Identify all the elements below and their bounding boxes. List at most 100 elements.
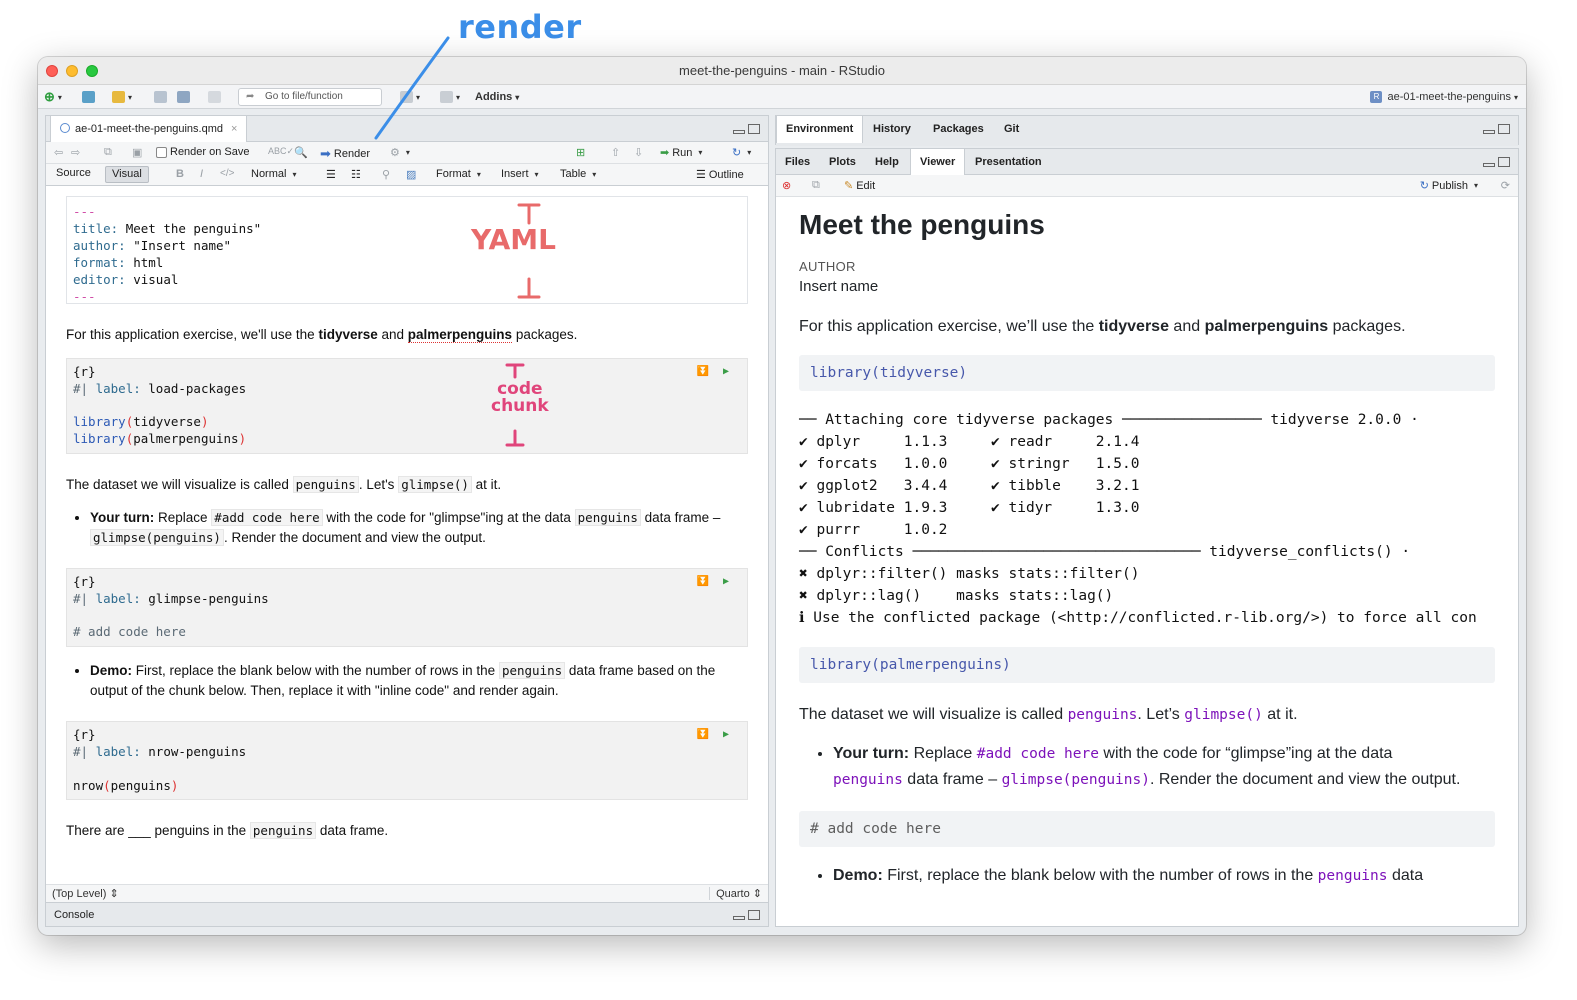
project-menu[interactable]: Rae-01-meet-the-penguins ▾: [1370, 89, 1518, 105]
yaml-header[interactable]: --- title: Meet the penguins" author: "I…: [66, 196, 748, 304]
tab-history[interactable]: History: [864, 116, 920, 142]
bold-button[interactable]: B: [176, 168, 184, 180]
tab-environment[interactable]: Environment: [776, 116, 864, 143]
code-chunk-nrow-penguins[interactable]: {r} #| label: nrow-penguins nrow(penguin…: [66, 721, 748, 801]
minimize-pane-icon[interactable]: [1483, 130, 1495, 134]
demo-item[interactable]: Demo: First, replace the blank below wit…: [90, 661, 748, 701]
close-tab-icon[interactable]: ×: [231, 123, 237, 135]
run-chunk-icon[interactable]: ▶: [723, 727, 729, 744]
table-menu[interactable]: Table ▾: [560, 168, 596, 180]
output-line: ✖ dplyr::filter() masks stats::filter(): [799, 566, 1140, 582]
next-chunk-icon[interactable]: ⇩: [634, 146, 643, 159]
maximize-pane-icon[interactable]: [748, 124, 760, 134]
tab-file-qmd[interactable]: ae-01-meet-the-penguins.qmd ×: [50, 116, 248, 143]
format-menu[interactable]: Format ▾: [436, 168, 481, 180]
rerun-icon[interactable]: ↻ ▾: [732, 146, 751, 159]
quarto-file-icon: [60, 123, 70, 133]
run-previous-chunks-icon[interactable]: ⏬: [697, 574, 709, 591]
maximize-pane-icon[interactable]: [1498, 157, 1510, 167]
code-chunk-glimpse-penguins[interactable]: {r} #| label: glimpse-penguins # add cod…: [66, 567, 748, 648]
insert-menu[interactable]: Insert ▾: [501, 168, 539, 180]
code-chunk-load-packages[interactable]: {r} #| label: load-packages library(tidy…: [66, 358, 748, 454]
your-turn-item[interactable]: Your turn: Replace #add code here with t…: [90, 508, 748, 548]
tab-viewer[interactable]: Viewer: [910, 149, 966, 176]
run-previous-chunks-icon[interactable]: ⏬: [697, 727, 709, 744]
tab-plots[interactable]: Plots: [820, 149, 865, 175]
new-project-icon[interactable]: [82, 89, 95, 105]
workspace-panes-icon[interactable]: ▾: [440, 89, 460, 105]
rendered-document[interactable]: Meet the penguins AUTHOR Insert name For…: [776, 197, 1518, 926]
document-type-select[interactable]: Quarto ⇕: [709, 887, 762, 900]
yaml-key: editor:: [73, 272, 126, 287]
addins-menu[interactable]: Addins ▾: [475, 89, 519, 105]
clear-viewer-icon[interactable]: ⊗: [782, 179, 791, 192]
render-on-save-checkbox[interactable]: Render on Save: [156, 146, 250, 158]
previous-chunk-icon[interactable]: ⇧: [611, 146, 620, 159]
version-control-icon[interactable]: ▾: [400, 89, 420, 105]
demo-item: Demo: First, replace the blank below wit…: [833, 863, 1495, 889]
save-file-icon[interactable]: ▣: [132, 146, 142, 159]
goto-file-input[interactable]: ➦ Go to file/function: [238, 88, 382, 106]
forward-arrow-icon[interactable]: ⇨: [71, 146, 80, 159]
chunk-header: {r}: [73, 364, 96, 379]
run-chunk-icon[interactable]: ▶: [723, 364, 729, 381]
run-previous-chunks-icon[interactable]: ⏬: [697, 364, 709, 381]
render-button[interactable]: ➡ Render: [320, 146, 370, 162]
code-format-button[interactable]: </>: [220, 168, 234, 179]
render-options-gear-icon[interactable]: ⚙ ▾: [390, 146, 410, 159]
penguins-count-paragraph[interactable]: There are ___ penguins in the penguins d…: [66, 822, 748, 840]
insert-chunk-icon[interactable]: ⊞: [576, 146, 585, 159]
publish-button[interactable]: ↻ Publish ▾: [1419, 179, 1478, 193]
source-pane: ae-01-meet-the-penguins.qmd × ⇦ ⇨ ⧉ ▣ Re…: [45, 115, 769, 927]
new-file-icon[interactable]: ⊕ ▾: [44, 89, 62, 105]
publish-icon: ↻: [1419, 180, 1429, 192]
source-mode-button[interactable]: Source: [50, 166, 97, 183]
chunk-header: {r}: [73, 573, 96, 589]
yaml-key: title:: [73, 221, 119, 236]
refresh-viewer-icon[interactable]: ⟳: [1501, 179, 1510, 192]
maximize-pane-icon[interactable]: [1498, 124, 1510, 134]
numbered-list-icon[interactable]: ☷: [351, 168, 361, 181]
link-icon[interactable]: ⚲: [382, 168, 390, 181]
bullet-list-icon[interactable]: ☰: [326, 168, 336, 181]
yaml-value: "Insert name": [133, 238, 232, 253]
tab-git[interactable]: Git: [995, 116, 1028, 142]
save-icon[interactable]: [154, 89, 167, 105]
intro-paragraph[interactable]: For this application exercise, we'll use…: [66, 326, 748, 344]
show-in-window-icon[interactable]: ⧉: [104, 146, 112, 159]
find-icon[interactable]: 🔍: [294, 146, 308, 159]
run-chunk-icon[interactable]: ▶: [723, 574, 729, 591]
spellcheck-icon[interactable]: ABC✓: [268, 146, 294, 157]
visual-editor-content[interactable]: --- title: Meet the penguins" author: "I…: [46, 188, 768, 878]
dataset-paragraph[interactable]: The dataset we will visualize is called …: [66, 475, 748, 494]
tab-packages[interactable]: Packages: [924, 116, 993, 142]
output-line: ✔ forcats 1.0.0 ✔ stringr 1.5.0: [799, 456, 1140, 472]
minimize-pane-icon[interactable]: [733, 916, 745, 920]
tab-files[interactable]: Files: [776, 149, 819, 175]
r-project-icon: R: [1370, 91, 1383, 103]
outline-button[interactable]: ☰ Outline: [696, 168, 744, 182]
edit-button[interactable]: ✎ Edit: [844, 179, 875, 193]
viewer-pane: Files Plots Help Viewer Presentation ⊗ ⧉…: [775, 148, 1519, 927]
console-pane-header[interactable]: Console: [46, 902, 768, 926]
show-in-window-icon[interactable]: ⧉: [812, 179, 820, 192]
save-all-icon[interactable]: [177, 89, 190, 105]
block-style-select[interactable]: Normal ▾: [251, 168, 296, 180]
scope-select[interactable]: (Top Level) ⇕: [52, 887, 119, 900]
tab-help[interactable]: Help: [866, 149, 908, 175]
image-icon[interactable]: ▨: [406, 168, 416, 181]
back-arrow-icon[interactable]: ⇦: [54, 146, 63, 159]
run-button[interactable]: ➡ Run ▾: [660, 146, 702, 160]
intro-paragraph: For this application exercise, we’ll use…: [799, 318, 1406, 335]
italic-button[interactable]: I: [200, 168, 203, 180]
console-label: Console: [54, 909, 95, 921]
visual-mode-button[interactable]: Visual: [105, 166, 149, 183]
print-icon[interactable]: [208, 89, 221, 105]
open-file-icon[interactable]: ▾: [112, 89, 132, 105]
goto-placeholder: Go to file/function: [265, 91, 343, 102]
tab-presentation[interactable]: Presentation: [966, 149, 1051, 175]
pencil-icon: ✎: [844, 180, 854, 192]
maximize-pane-icon[interactable]: [748, 910, 760, 920]
minimize-pane-icon[interactable]: [1483, 163, 1495, 167]
minimize-pane-icon[interactable]: [733, 130, 745, 134]
